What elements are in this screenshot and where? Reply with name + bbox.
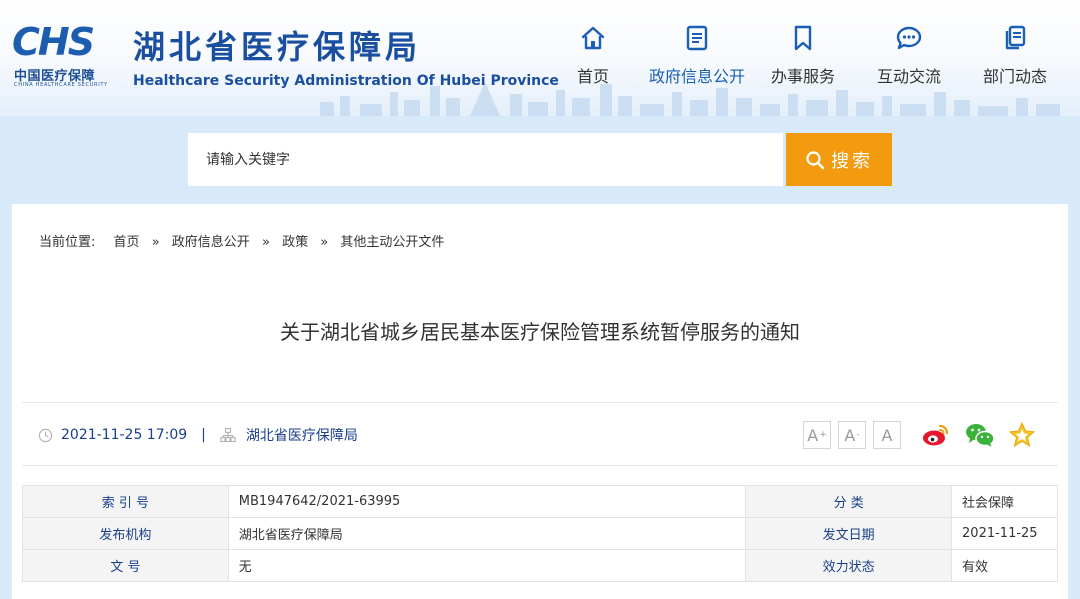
table-row: 文 号 无 效力状态 有效 bbox=[22, 549, 1058, 582]
nav-item-gov-info[interactable]: 政府信息公开 bbox=[642, 22, 752, 87]
search-input[interactable] bbox=[188, 133, 783, 186]
nav-label: 办事服务 bbox=[770, 67, 835, 86]
article-title: 关于湖北省城乡居民基本医疗保险管理系统暂停服务的通知 bbox=[280, 320, 800, 344]
font-decrease-button[interactable]: A- bbox=[838, 421, 866, 449]
search-button[interactable]: 搜索 bbox=[786, 133, 892, 186]
logo-english-text: CHINA HEALTHCARE SECURITY bbox=[14, 82, 108, 88]
nav-item-home[interactable]: 首页 bbox=[538, 22, 648, 87]
nav-item-interaction[interactable]: 互动交流 bbox=[854, 22, 964, 87]
table-cell-label: 发布机构 bbox=[22, 517, 229, 550]
search-icon bbox=[806, 150, 825, 169]
svg-text:CHS: CHS bbox=[12, 22, 94, 62]
chs-logo-icon: CHS bbox=[12, 22, 96, 62]
table-cell-value: 2021-11-25 bbox=[951, 517, 1058, 550]
table-cell-label: 索 引 号 bbox=[22, 485, 229, 518]
table-cell-label: 发文日期 bbox=[745, 517, 953, 550]
document-info-table: 索 引 号 MB1947642/2021-63995 分 类 社会保障 发布机构… bbox=[22, 485, 1058, 582]
organization-icon bbox=[220, 427, 236, 443]
article-meta: 2021-11-25 17:09 | 湖北省医疗保障局 bbox=[38, 403, 358, 467]
nav-item-news[interactable]: 部门动态 bbox=[960, 22, 1070, 87]
copy-icon bbox=[1005, 25, 1026, 50]
table-cell-value: 无 bbox=[227, 549, 747, 582]
breadcrumb-separator: » bbox=[261, 235, 270, 250]
breadcrumb-item-home[interactable]: 首页 bbox=[114, 235, 140, 250]
nav-label: 部门动态 bbox=[982, 67, 1047, 86]
breadcrumb: 当前位置: 首页 » 政府信息公开 » 政策 » 其他主动公开文件 bbox=[39, 231, 444, 250]
breadcrumb-item-other-files[interactable]: 其他主动公开文件 bbox=[340, 235, 444, 250]
table-row: 索 引 号 MB1947642/2021-63995 分 类 社会保障 bbox=[22, 485, 1058, 518]
meta-divider: | bbox=[201, 427, 206, 443]
table-cell-value: 湖北省医疗保障局 bbox=[227, 517, 747, 550]
font-reset-button[interactable]: A bbox=[873, 421, 901, 449]
article-meta-bar: 2021-11-25 17:09 | 湖北省医疗保障局 A + A- A bbox=[22, 402, 1058, 466]
table-cell-value: 有效 bbox=[951, 549, 1058, 582]
nav-label: 政府信息公开 bbox=[648, 67, 745, 86]
main-nav: 首页 政府信息公开 办事服务 互动交流 部门动态 bbox=[560, 22, 1080, 102]
bookmark-icon bbox=[794, 25, 812, 51]
chat-icon bbox=[896, 26, 922, 50]
publish-datetime: 2021-11-25 17:09 bbox=[61, 427, 188, 443]
publisher-source: 湖北省医疗保障局 bbox=[245, 428, 358, 444]
home-icon bbox=[581, 26, 605, 50]
breadcrumb-separator: » bbox=[320, 235, 329, 250]
breadcrumb-separator: » bbox=[151, 235, 160, 250]
breadcrumb-item-gov-info[interactable]: 政府信息公开 bbox=[172, 235, 250, 250]
clock-icon bbox=[38, 428, 53, 442]
table-cell-label: 分 类 bbox=[745, 485, 953, 518]
table-cell-value: MB1947642/2021-63995 bbox=[227, 485, 747, 518]
nav-label: 互动交流 bbox=[876, 67, 941, 86]
table-row: 发布机构 湖北省医疗保障局 发文日期 2021-11-25 bbox=[22, 517, 1058, 550]
site-header: CHS 中国医疗保障 CHINA HEALTHCARE SECURITY 湖北省… bbox=[0, 0, 1080, 116]
document-icon bbox=[686, 25, 708, 51]
search-button-label: 搜索 bbox=[831, 150, 873, 172]
weibo-icon[interactable] bbox=[921, 420, 951, 450]
breadcrumb-lead: 当前位置: bbox=[39, 235, 96, 250]
site-subtitle: Healthcare Security Administration Of Hu… bbox=[133, 73, 559, 89]
table-cell-label: 文 号 bbox=[22, 549, 229, 582]
nav-item-services[interactable]: 办事服务 bbox=[748, 22, 858, 87]
wechat-icon[interactable] bbox=[964, 420, 996, 450]
nav-label: 首页 bbox=[576, 67, 609, 86]
site-title: 湖北省医疗保障局 bbox=[133, 28, 422, 66]
breadcrumb-item-policy[interactable]: 政策 bbox=[282, 235, 308, 250]
font-increase-button[interactable]: A + bbox=[803, 421, 831, 449]
table-cell-value: 社会保障 bbox=[951, 485, 1058, 518]
content-panel: 当前位置: 首页 » 政府信息公开 » 政策 » 其他主动公开文件 关于湖北省城… bbox=[12, 204, 1068, 599]
star-icon[interactable] bbox=[1007, 420, 1037, 450]
table-cell-label: 效力状态 bbox=[745, 549, 953, 582]
